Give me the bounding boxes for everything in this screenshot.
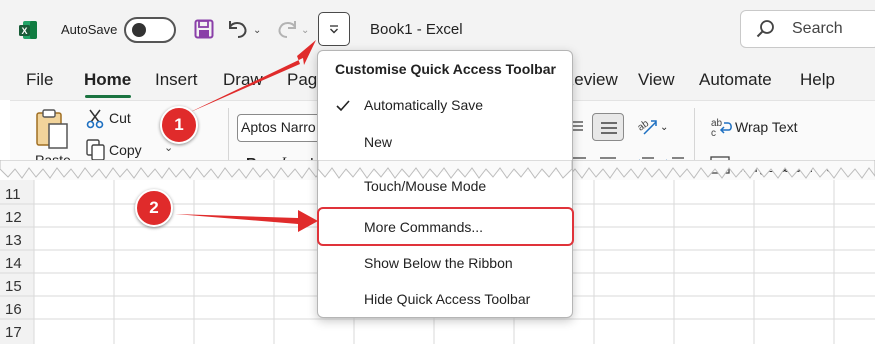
callout-badge-1: 1 — [160, 106, 198, 144]
callout-arrows — [175, 40, 318, 232]
callout-badge-2: 2 — [135, 189, 173, 227]
arrow-to-qat-button-icon — [186, 40, 316, 114]
arrow-to-more-commands-icon — [175, 210, 318, 232]
